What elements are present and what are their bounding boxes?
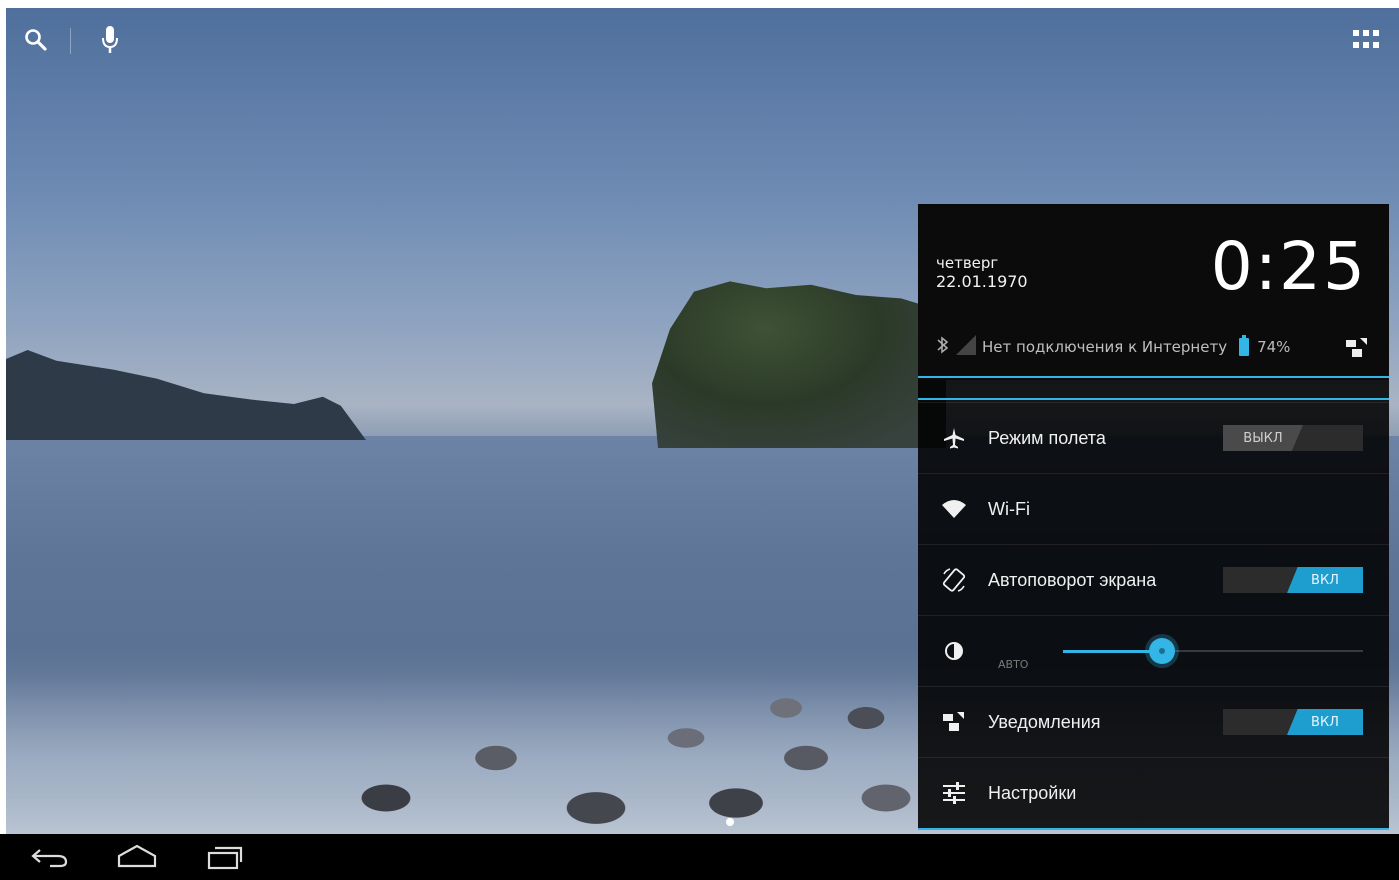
search-icon[interactable] xyxy=(18,22,54,58)
home-icon[interactable] xyxy=(107,840,167,874)
navigation-bar xyxy=(0,834,1399,880)
mic-icon[interactable] xyxy=(92,22,128,58)
settings-sliders-icon xyxy=(940,779,968,807)
settings-row[interactable]: Настройки xyxy=(918,757,1389,828)
date-label: 22.01.1970 xyxy=(936,272,1028,291)
auto-rotate-switch[interactable]: ВКЛ xyxy=(1223,567,1363,593)
wallpaper-rock xyxy=(652,281,946,448)
battery-icon xyxy=(1239,335,1250,356)
rotate-icon xyxy=(940,566,968,594)
network-status: Нет подключения к Интернету xyxy=(982,338,1228,356)
recent-apps-icon[interactable] xyxy=(195,840,255,874)
bluetooth-icon xyxy=(936,335,950,359)
airplane-mode-row[interactable]: Режим полета ВЫКЛ xyxy=(918,402,1389,473)
notifications-icon xyxy=(940,708,968,736)
brightness-auto-label[interactable]: АВТО xyxy=(998,658,1028,671)
airplane-mode-state: ВЫКЛ xyxy=(1223,425,1303,451)
auto-rotate-label: Автоповорот экрана xyxy=(988,569,1157,590)
battery-percent: 74% xyxy=(1257,338,1291,356)
back-icon[interactable] xyxy=(20,840,80,874)
notifications-shortcut-icon[interactable] xyxy=(1345,336,1369,364)
airplane-mode-label: Режим полета xyxy=(988,427,1106,448)
header-accent-line xyxy=(918,376,1389,378)
day-of-week: четверг xyxy=(936,254,999,272)
airplane-icon xyxy=(940,424,968,452)
top-bar-divider xyxy=(70,28,71,54)
notifications-state: ВКЛ xyxy=(1287,709,1363,735)
notifications-row[interactable]: Уведомления ВКЛ xyxy=(918,686,1389,757)
status-row: Нет подключения к Интернету 74% xyxy=(936,334,1376,360)
brightness-slider-fill xyxy=(1063,650,1162,653)
auto-rotate-row[interactable]: Автоповорот экрана ВКЛ xyxy=(918,544,1389,615)
wifi-row[interactable]: Wi-Fi xyxy=(918,473,1389,544)
wallpaper-stones xyxy=(266,688,966,834)
auto-rotate-state: ВКЛ xyxy=(1287,567,1363,593)
page-indicator-dot xyxy=(726,818,734,826)
signal-icon xyxy=(956,335,976,359)
list-accent-line xyxy=(918,398,1389,400)
brightness-row: АВТО xyxy=(918,615,1389,686)
clock-time: 0:25 xyxy=(1210,228,1367,305)
brightness-slider-thumb[interactable] xyxy=(1149,638,1175,664)
apps-grid-icon[interactable] xyxy=(1348,22,1384,58)
wallpaper-hill xyxy=(6,350,366,440)
airplane-mode-switch[interactable]: ВЫКЛ xyxy=(1223,425,1363,451)
brightness-icon xyxy=(940,637,968,665)
notifications-label: Уведомления xyxy=(988,711,1101,732)
notifications-switch[interactable]: ВКЛ xyxy=(1223,709,1363,735)
quick-settings-panel: четверг 22.01.1970 0:25 Нет подключения … xyxy=(918,204,1389,830)
panel-header: четверг 22.01.1970 0:25 Нет подключения … xyxy=(918,204,1389,380)
panel-bottom-accent xyxy=(918,828,1389,830)
settings-label: Настройки xyxy=(988,782,1077,803)
wifi-icon xyxy=(940,495,968,523)
wifi-label: Wi-Fi xyxy=(988,498,1030,519)
